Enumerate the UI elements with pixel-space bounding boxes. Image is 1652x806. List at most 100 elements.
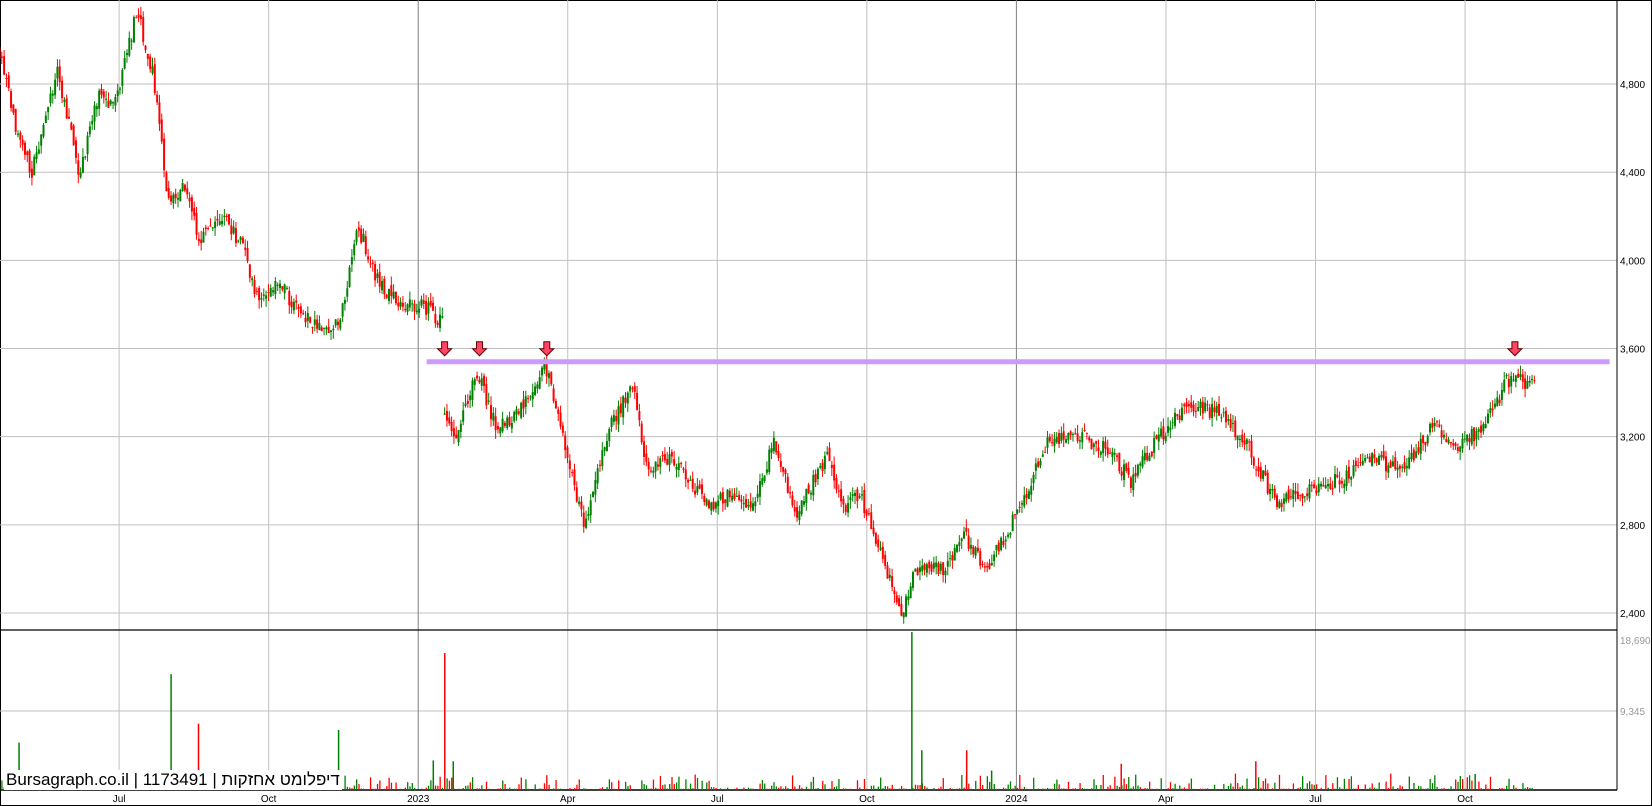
volume-bar	[810, 781, 812, 790]
volume-bar	[771, 785, 773, 790]
volume-bar	[838, 779, 840, 790]
volume-bar	[1063, 788, 1065, 790]
candle-up	[1364, 458, 1367, 462]
candle-down	[884, 555, 887, 566]
candle-up	[1378, 455, 1381, 465]
candle-up	[1510, 376, 1513, 387]
volume-bar	[1353, 788, 1355, 790]
candle-up	[1528, 380, 1531, 383]
candle-up	[1060, 433, 1063, 441]
candle-up	[464, 403, 467, 406]
candle-down	[807, 484, 810, 494]
volume-bar	[1513, 785, 1515, 790]
candle-down	[1106, 447, 1109, 455]
candle-up	[323, 327, 326, 329]
candle-up	[480, 378, 483, 386]
volume-bar	[1334, 788, 1336, 790]
candle-up	[902, 612, 905, 618]
candle-down	[1315, 490, 1318, 494]
candle-down	[554, 400, 557, 409]
candle-down	[311, 327, 314, 329]
candle-up	[932, 562, 935, 569]
candle-down	[649, 470, 652, 472]
candle-up	[348, 267, 351, 288]
candle-up	[427, 302, 430, 314]
volume-bar	[601, 787, 604, 790]
candle-down	[712, 501, 715, 510]
candle-down	[1398, 465, 1401, 469]
volume-bar	[1014, 785, 1016, 790]
volume-bar	[1308, 781, 1311, 790]
candle-up	[40, 134, 43, 146]
volume-bar	[425, 787, 427, 790]
candle-down	[1088, 437, 1091, 441]
volume-bar	[940, 786, 942, 790]
candle-down	[476, 375, 479, 379]
volume-bar	[1346, 788, 1348, 790]
volume-bar	[1067, 781, 1070, 790]
volume-bar	[409, 786, 411, 790]
candle-down	[448, 417, 451, 424]
volume-bar	[678, 776, 680, 790]
volume-bar	[778, 787, 780, 790]
candle-up	[578, 501, 581, 504]
volume-bar	[404, 787, 407, 790]
candle-down	[1394, 457, 1397, 469]
candle-down	[7, 75, 10, 89]
volume-bar	[576, 784, 578, 790]
candle-up	[86, 135, 89, 155]
volume-bar	[1058, 784, 1060, 790]
candle-down	[636, 392, 639, 410]
candle-up	[128, 37, 131, 56]
candle-up	[515, 409, 518, 415]
volume-bar	[506, 788, 509, 790]
candle-down	[828, 447, 831, 461]
candle-down	[840, 489, 843, 502]
volume-bar	[1042, 788, 1044, 790]
candle-up	[854, 492, 857, 497]
candle-up	[612, 415, 615, 422]
volume-bar	[986, 776, 988, 790]
candle-down	[1083, 429, 1086, 431]
candle-up	[1292, 489, 1295, 500]
candle-down	[782, 466, 785, 472]
candle-up	[617, 406, 620, 425]
candle-up	[534, 386, 537, 396]
candle-down	[1213, 407, 1216, 413]
candle-down	[1533, 380, 1536, 382]
candle-down	[1062, 431, 1065, 440]
volume-bar	[1241, 785, 1244, 790]
volume-bar	[1492, 788, 1494, 790]
candle-up	[735, 495, 738, 497]
volume-bar	[1227, 785, 1230, 790]
candle-down	[0, 56, 3, 58]
candle-up	[1046, 437, 1049, 448]
candle-up	[105, 98, 108, 100]
volume-bar	[1369, 787, 1371, 790]
candle-up	[1345, 470, 1348, 486]
volume-bar	[831, 781, 833, 790]
volume-bar	[675, 782, 678, 790]
volume-bar	[664, 784, 666, 790]
volume-bar	[1390, 773, 1392, 790]
volume-bar	[1213, 784, 1216, 790]
volume-bar	[1478, 781, 1480, 790]
candle-up	[939, 563, 942, 571]
candle-down	[1329, 483, 1332, 489]
candle-down	[645, 453, 648, 462]
volume-bar	[1155, 788, 1158, 790]
candle-down	[158, 102, 161, 124]
volume-bar	[1457, 781, 1459, 790]
volume-bar	[504, 783, 506, 790]
candle-down	[527, 398, 530, 400]
volume-bar	[1021, 788, 1023, 790]
candle-down	[14, 109, 17, 132]
candle-up	[1514, 375, 1517, 382]
volume-bar	[743, 787, 745, 790]
candle-up	[1405, 465, 1408, 469]
candle-down	[793, 507, 796, 512]
candle-down	[1044, 451, 1047, 453]
candle-down	[1002, 540, 1005, 546]
candle-up	[33, 156, 36, 176]
candle-up	[1380, 454, 1383, 458]
